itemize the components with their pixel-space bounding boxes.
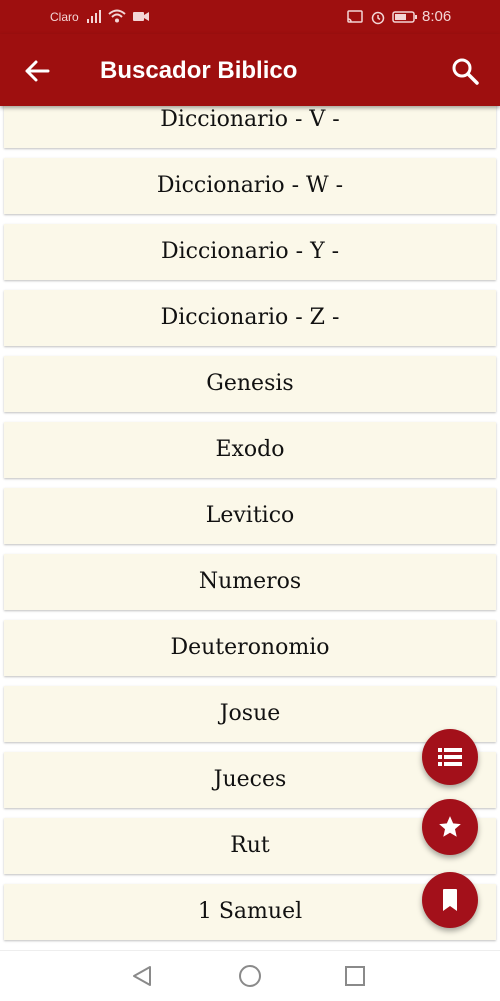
bookmark-icon xyxy=(443,889,457,911)
cast-icon xyxy=(347,10,363,23)
list-item-deuteronomio[interactable]: Deuteronomio xyxy=(4,620,496,676)
clock: 8:06 xyxy=(422,8,452,25)
app-bar: Buscador Biblico xyxy=(0,34,500,106)
list-button[interactable] xyxy=(422,729,478,785)
system-navigation-bar xyxy=(0,950,500,1001)
favorites-button[interactable] xyxy=(422,799,478,855)
status-bar: Claro 8:06 xyxy=(0,0,500,34)
search-icon[interactable] xyxy=(450,56,480,86)
list-item-diccionario-w[interactable]: Diccionario - W - xyxy=(4,158,496,214)
recents-square-icon[interactable] xyxy=(340,961,370,991)
list-item-diccionario-y[interactable]: Diccionario - Y - xyxy=(4,224,496,280)
list-item-josue[interactable]: Josue xyxy=(4,686,496,742)
alarm-icon xyxy=(371,11,385,25)
camera-icon xyxy=(133,12,149,21)
signal-icon xyxy=(87,10,101,23)
list-item-numeros[interactable]: Numeros xyxy=(4,554,496,610)
star-icon xyxy=(439,816,461,837)
page-title: Buscador Biblico xyxy=(100,57,298,84)
home-circle-icon[interactable] xyxy=(235,961,265,991)
arrow-left-icon[interactable] xyxy=(22,56,52,86)
wifi-icon xyxy=(108,9,126,23)
list-item-levitico[interactable]: Levitico xyxy=(4,488,496,544)
list-item-exodo[interactable]: Exodo xyxy=(4,422,496,478)
list-item-genesis[interactable]: Genesis xyxy=(4,356,496,412)
back-triangle-icon[interactable] xyxy=(128,961,158,991)
list-icon xyxy=(438,748,462,766)
list-item-diccionario-z[interactable]: Diccionario - Z - xyxy=(4,290,496,346)
carrier-label: Claro xyxy=(50,10,79,24)
list-item-diccionario-v[interactable]: Diccionario - V - xyxy=(4,106,496,148)
bookmarks-button[interactable] xyxy=(422,872,478,928)
battery-icon xyxy=(392,11,417,23)
